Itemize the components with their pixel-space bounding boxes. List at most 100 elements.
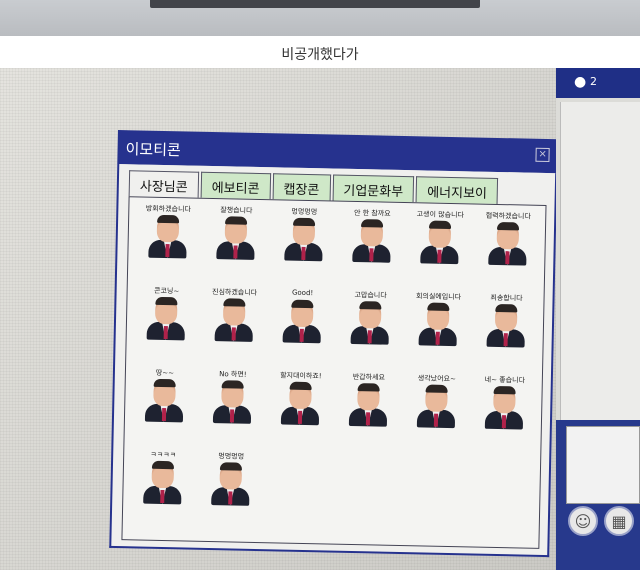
portrait-tie	[233, 245, 238, 259]
portrait-hair	[293, 217, 316, 227]
emoticon-item[interactable]: 방회하겠습니다	[136, 203, 199, 270]
portrait-hair	[151, 460, 175, 470]
portrait-hair	[361, 219, 384, 228]
chat-header	[556, 68, 640, 98]
calendar-icon: ▦	[611, 511, 627, 531]
tab-2[interactable]: 캡장콘	[272, 173, 331, 201]
tab-0[interactable]: 사장님콘	[128, 170, 199, 200]
emoticon-label: ㅋㅋㅋㅋ	[150, 450, 177, 460]
emoticon-label: 생각났어요~	[417, 374, 456, 384]
emoticon-item[interactable]: 땅~~	[133, 367, 196, 434]
emoticon-item[interactable]: 네~ 좋습니다	[473, 375, 536, 442]
emoticon-label: 반갑하세요	[352, 372, 386, 382]
portrait-tie	[367, 330, 372, 344]
portrait-tie	[165, 244, 170, 258]
portrait-hair	[289, 381, 312, 391]
portrait-hair	[496, 221, 520, 231]
portrait-tie	[297, 410, 303, 424]
portrait-hair	[225, 216, 248, 225]
emoticon-label: 안 한 참까요	[353, 208, 391, 218]
portrait-tie	[503, 333, 508, 347]
portrait-tie	[299, 328, 304, 342]
emoticon-label: 멍멍멍멍	[291, 207, 318, 217]
emoticon-label: 죄송합니다	[490, 293, 523, 303]
emoticon-item[interactable]: 고맙습니다	[338, 290, 401, 357]
emoticon-item[interactable]: 잘챙습니다	[204, 205, 267, 272]
portrait-hair	[429, 220, 452, 229]
close-icon[interactable]: ×	[535, 147, 550, 163]
caption: 비공개했다가	[281, 47, 359, 63]
portrait-tie	[435, 331, 440, 345]
emoticon-item[interactable]: 반갑하세요	[337, 372, 400, 439]
dark-bar	[150, 0, 480, 8]
portrait-hair	[155, 296, 178, 306]
emoticon-item[interactable]: 고생이 많습니다	[408, 209, 471, 276]
chat-side-panel: ● 2 ☺ ▦	[556, 68, 640, 570]
emoticon-label: 네~ 좋습니다	[484, 375, 526, 385]
portrait-hair	[157, 214, 180, 224]
emoticon-label: No 하면!	[219, 370, 247, 379]
portrait-hair	[219, 462, 243, 471]
emoticon-label: Good!	[291, 288, 314, 298]
window-body: 사장님콘 에보티콘 캡장콘 기업문화부 에너지보이 방회하겠습니다 잘챙습니다 멍멍멍멍 안 …	[109, 163, 558, 558]
portrait-tie	[365, 412, 371, 426]
portrait-hair	[495, 303, 518, 313]
user-count: 2	[590, 75, 597, 88]
portrait-tie	[369, 248, 374, 262]
emoticon-item[interactable]: 멍멍멍멍	[199, 451, 262, 518]
emoticon-label: 고맙습니다	[354, 290, 387, 300]
emoticon-item[interactable]: 안 한 참까요	[340, 208, 403, 275]
portrait-tie	[229, 409, 235, 423]
emoticon-item[interactable]: 진심하겠습니다	[202, 287, 265, 354]
tab-1[interactable]: 에보티콘	[200, 171, 271, 200]
portrait-tie	[301, 246, 306, 260]
monitor-photo: 이모티콘 × 사장님콘 에보티콘 캡장콘 기업문화부 에너지보이 방회하겠습니다 잘챙습니…	[0, 68, 640, 570]
emoticon-item[interactable]: No 하면!	[201, 369, 264, 436]
previous-photo-strip	[0, 0, 640, 36]
emoticon-grid: 방회하겠습니다 잘챙습니다 멍멍멍멍 안 한 참까요 고생이 많습니다 협력하겠습니다 콘코…	[121, 196, 547, 549]
portrait-tie	[437, 249, 442, 263]
emoticon-item[interactable]: ㅋㅋㅋㅋ	[131, 449, 194, 516]
emoticon-window: 이모티콘 × 사장님콘 에보티콘 캡장콘 기업문화부 에너지보이 방회하겠습니다 잘챙습니…	[109, 130, 558, 558]
portrait-tie	[161, 407, 167, 422]
portrait-hair	[223, 298, 246, 307]
portrait-hair	[291, 299, 314, 309]
chat-input[interactable]	[566, 426, 640, 504]
emoticon-label: 협력하겠습니다	[485, 211, 531, 221]
emoticon-item[interactable]: 협력하겠습니다	[476, 211, 539, 278]
portrait-tie	[160, 489, 165, 504]
emoticon-label: 고생이 많습니다	[416, 210, 465, 220]
portrait-tie	[505, 251, 510, 265]
portrait-hair	[221, 380, 244, 389]
emoticon-item[interactable]: Good!	[270, 288, 333, 355]
window-title: 이모티콘	[125, 140, 181, 160]
user-icon: ●	[574, 74, 587, 90]
tab-4[interactable]: 에너지보이	[415, 176, 499, 204]
portrait-hair	[425, 384, 448, 393]
portrait-hair	[427, 302, 450, 311]
chat-messages-area	[560, 102, 640, 420]
emoticon-label: 콘코닝~	[153, 286, 180, 296]
portrait-hair	[357, 383, 380, 392]
emoticon-item[interactable]: 할지대이하죠!	[269, 370, 332, 437]
tab-3[interactable]: 기업문화부	[332, 174, 415, 203]
emoticon-item[interactable]: 회의실에입니다	[406, 291, 469, 358]
emoticon-label: 할지대이하죠!	[280, 371, 322, 381]
emoticon-button[interactable]: ☺	[568, 506, 598, 536]
emoticon-item[interactable]: 생각났어요~	[405, 373, 468, 440]
portrait-hair	[153, 378, 176, 388]
emoticon-label: 멍멍멍멍	[218, 452, 245, 461]
emoticon-item[interactable]: 멍멍멍멍	[272, 206, 335, 273]
portrait-tie	[501, 415, 507, 429]
smiley-icon: ☺	[574, 511, 592, 531]
calendar-button[interactable]: ▦	[604, 506, 634, 536]
portrait-tie	[231, 327, 236, 341]
emoticon-label: 땅~~	[155, 368, 175, 378]
portrait-tie	[433, 413, 439, 427]
portrait-hair	[493, 385, 516, 395]
portrait-tie	[163, 326, 168, 340]
portrait-tie	[228, 491, 233, 505]
emoticon-item[interactable]: 콘코닝~	[134, 285, 197, 352]
emoticon-item[interactable]: 죄송합니다	[474, 293, 537, 360]
emoticon-label: 회의실에입니다	[415, 292, 462, 302]
